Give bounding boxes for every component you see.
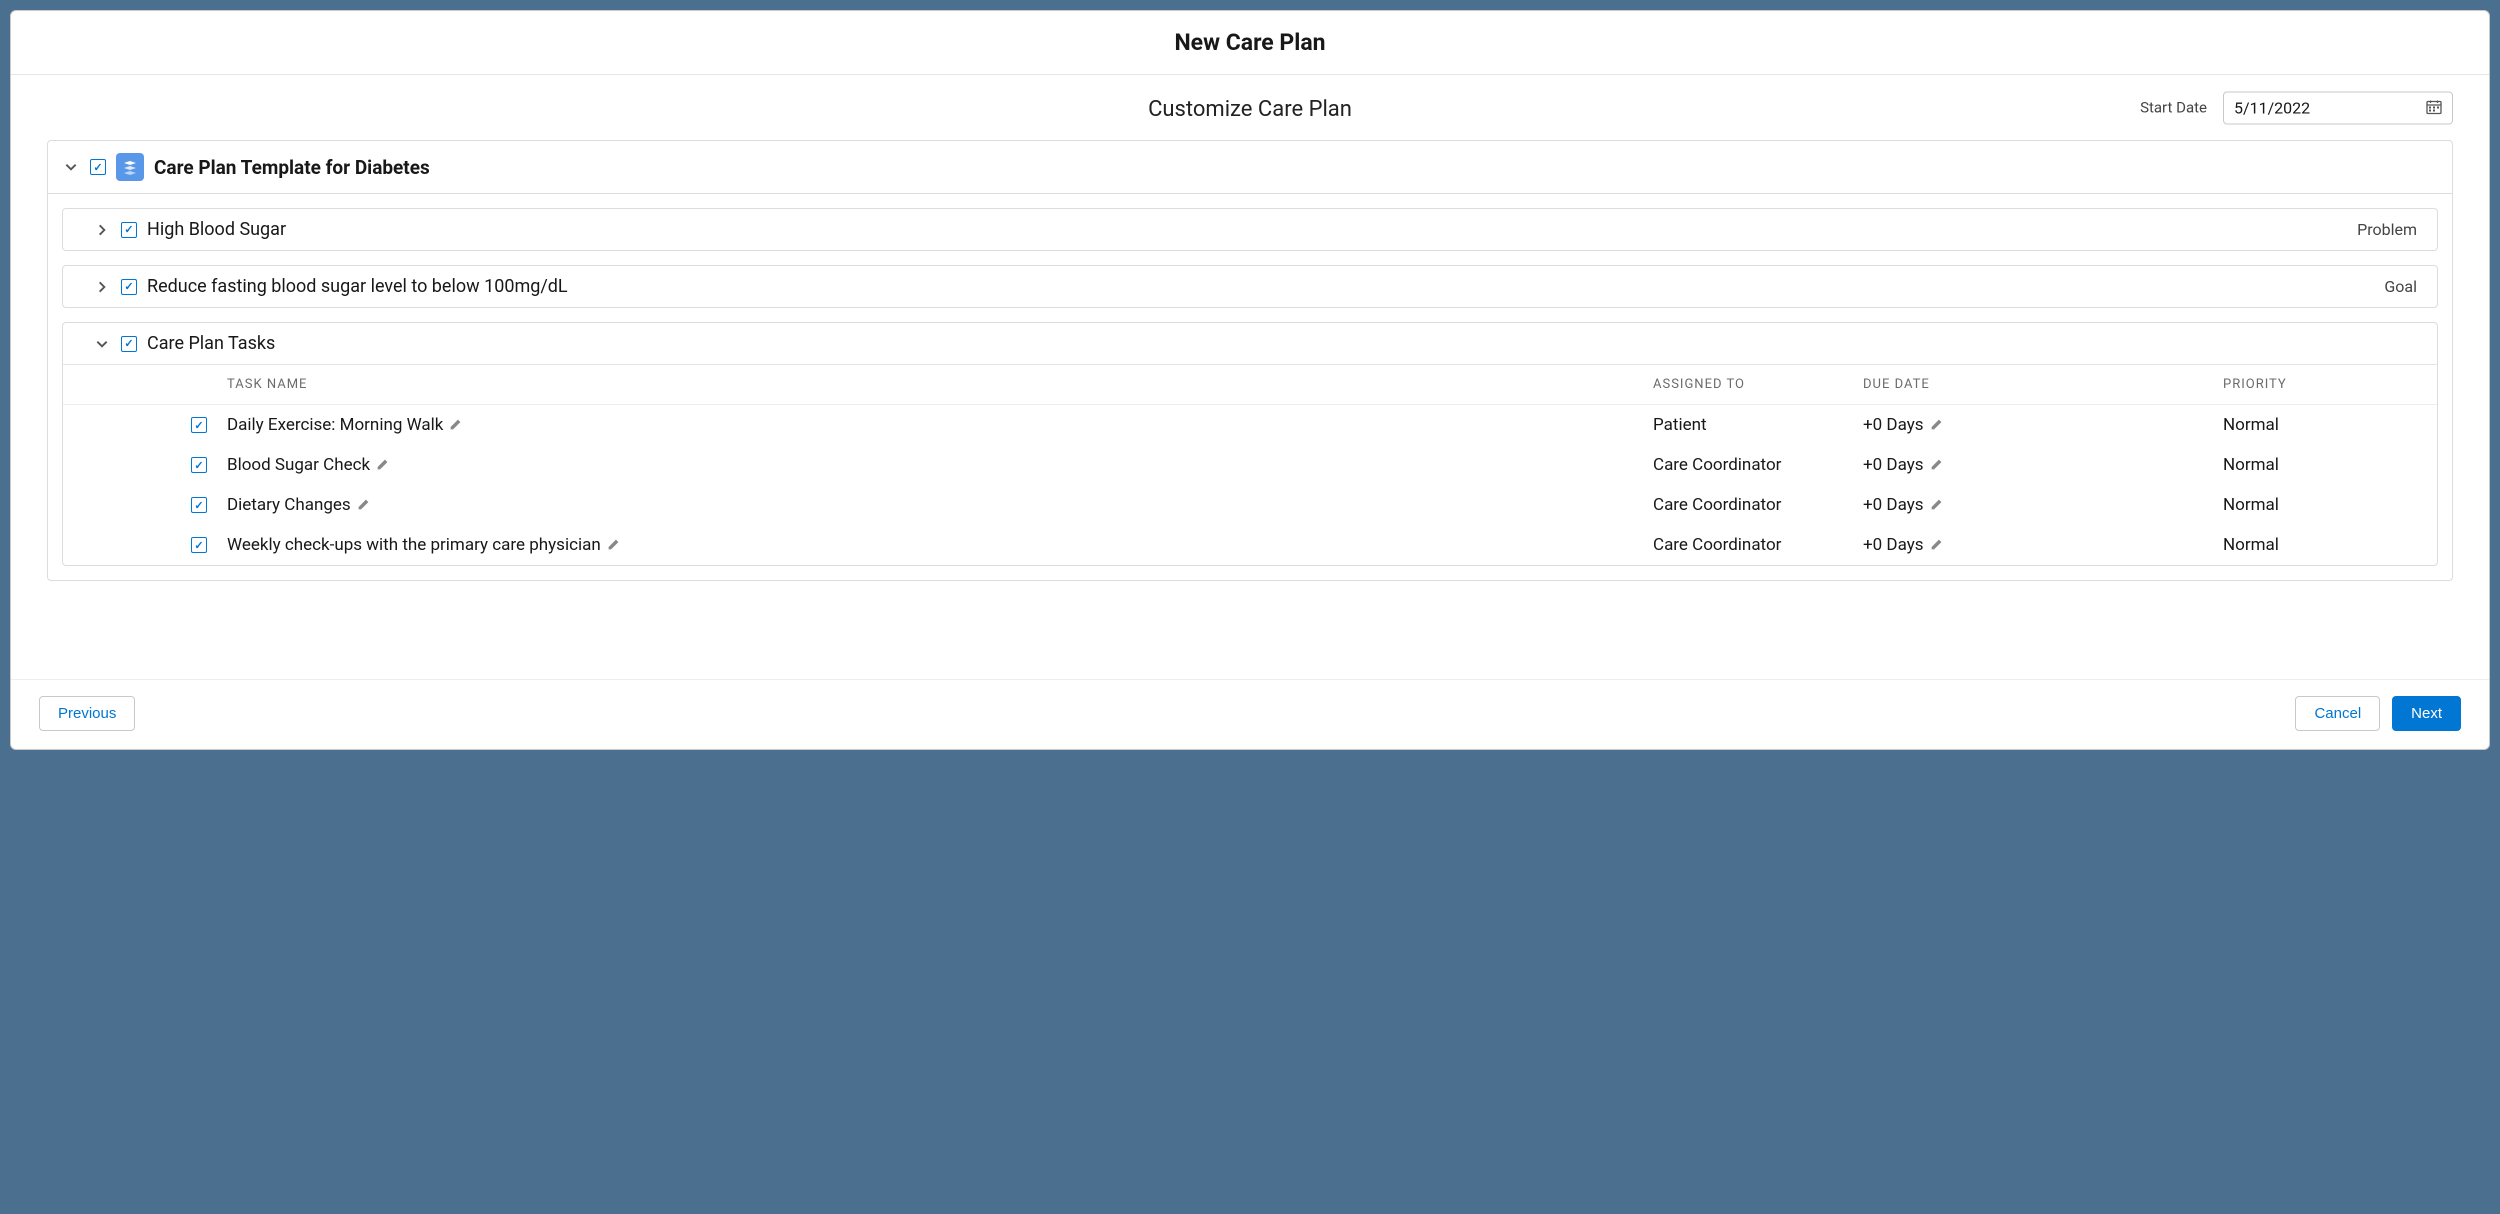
task-checkbox[interactable]: [191, 537, 207, 553]
task-assigned: Patient: [1653, 415, 1863, 435]
task-due: +0 Days: [1863, 415, 1924, 435]
chevron-right-icon[interactable]: [93, 221, 111, 239]
tasks-checkbox[interactable]: [121, 336, 137, 352]
pencil-icon[interactable]: [1930, 458, 1944, 472]
col-priority: PRIORITY: [2223, 377, 2423, 392]
task-due: +0 Days: [1863, 455, 1924, 475]
goal-checkbox[interactable]: [121, 279, 137, 295]
task-due-cell: +0 Days: [1863, 455, 2223, 475]
task-due-cell: +0 Days: [1863, 415, 2223, 435]
pencil-icon[interactable]: [1930, 418, 1944, 432]
task-checkbox[interactable]: [191, 417, 207, 433]
template-header: Care Plan Template for Diabetes: [48, 141, 2452, 194]
chevron-down-icon[interactable]: [62, 158, 80, 176]
task-assigned: Care Coordinator: [1653, 495, 1863, 515]
tasks-panel: Care Plan Tasks TASK NAME ASSIGNED TO DU…: [62, 322, 2438, 566]
pencil-icon[interactable]: [1930, 538, 1944, 552]
chevron-right-icon[interactable]: [93, 278, 111, 296]
pencil-icon[interactable]: [376, 458, 390, 472]
task-assigned: Care Coordinator: [1653, 535, 1863, 555]
modal-header: New Care Plan: [11, 11, 2489, 75]
calendar-icon[interactable]: [2426, 100, 2442, 116]
pencil-icon[interactable]: [1930, 498, 1944, 512]
task-name-cell: Blood Sugar Check: [227, 455, 1653, 475]
previous-button[interactable]: Previous: [39, 696, 135, 731]
pencil-icon[interactable]: [449, 418, 463, 432]
new-care-plan-modal: New Care Plan Customize Care Plan Start …: [10, 10, 2490, 750]
goal-header: Reduce fasting blood sugar level to belo…: [63, 266, 2437, 307]
col-task-name: TASK NAME: [227, 377, 1653, 392]
template-panel: Care Plan Template for Diabetes High Blo…: [47, 140, 2453, 581]
sub-header: Customize Care Plan Start Date 5/11/2022: [11, 75, 2489, 140]
task-priority: Normal: [2223, 495, 2423, 515]
footer-right: Cancel Next: [2295, 696, 2461, 731]
goal-tag: Goal: [2384, 277, 2423, 296]
col-assigned-to: ASSIGNED TO: [1653, 377, 1863, 392]
task-row: Weekly check-ups with the primary care p…: [63, 525, 2437, 565]
task-due: +0 Days: [1863, 495, 1924, 515]
task-checkbox[interactable]: [191, 457, 207, 473]
cancel-button[interactable]: Cancel: [2295, 696, 2380, 731]
modal-title: New Care Plan: [11, 29, 2489, 56]
problem-panel: High Blood Sugar Problem: [62, 208, 2438, 251]
task-priority: Normal: [2223, 535, 2423, 555]
task-name: Dietary Changes: [227, 495, 351, 515]
chevron-down-icon[interactable]: [93, 335, 111, 353]
task-due-cell: +0 Days: [1863, 495, 2223, 515]
task-name: Daily Exercise: Morning Walk: [227, 415, 443, 435]
goal-panel: Reduce fasting blood sugar level to belo…: [62, 265, 2438, 308]
task-name-cell: Daily Exercise: Morning Walk: [227, 415, 1653, 435]
task-priority: Normal: [2223, 415, 2423, 435]
task-name-cell: Dietary Changes: [227, 495, 1653, 515]
template-icon: [116, 153, 144, 181]
task-due: +0 Days: [1863, 535, 1924, 555]
subtitle: Customize Care Plan: [1148, 97, 1352, 122]
pencil-icon[interactable]: [607, 538, 621, 552]
tasks-header: Care Plan Tasks: [63, 323, 2437, 365]
modal-footer: Previous Cancel Next: [11, 679, 2489, 749]
task-priority: Normal: [2223, 455, 2423, 475]
problem-title: High Blood Sugar: [147, 219, 2347, 240]
start-date-value: 5/11/2022: [2234, 98, 2310, 117]
task-name: Weekly check-ups with the primary care p…: [227, 535, 601, 555]
task-checkbox[interactable]: [191, 497, 207, 513]
task-row: Daily Exercise: Morning Walk Patient +0 …: [63, 405, 2437, 445]
problem-tag: Problem: [2357, 220, 2423, 239]
goal-title: Reduce fasting blood sugar level to belo…: [147, 276, 2374, 297]
template-title: Care Plan Template for Diabetes: [154, 156, 430, 179]
tasks-columns: TASK NAME ASSIGNED TO DUE DATE PRIORITY: [63, 365, 2437, 405]
start-date-group: Start Date 5/11/2022: [2140, 91, 2453, 124]
next-button[interactable]: Next: [2392, 696, 2461, 731]
tasks-title: Care Plan Tasks: [147, 333, 275, 354]
problem-checkbox[interactable]: [121, 222, 137, 238]
pencil-icon[interactable]: [357, 498, 371, 512]
template-checkbox[interactable]: [90, 159, 106, 175]
problem-header: High Blood Sugar Problem: [63, 209, 2437, 250]
task-name-cell: Weekly check-ups with the primary care p…: [227, 535, 1653, 555]
start-date-input[interactable]: 5/11/2022: [2223, 91, 2453, 124]
col-due-date: DUE DATE: [1863, 377, 2223, 392]
task-due-cell: +0 Days: [1863, 535, 2223, 555]
content-area: Care Plan Template for Diabetes High Blo…: [11, 140, 2489, 679]
start-date-label: Start Date: [2140, 99, 2207, 117]
task-row: Blood Sugar Check Care Coordinator +0 Da…: [63, 445, 2437, 485]
task-name: Blood Sugar Check: [227, 455, 370, 475]
task-row: Dietary Changes Care Coordinator +0 Days…: [63, 485, 2437, 525]
task-assigned: Care Coordinator: [1653, 455, 1863, 475]
